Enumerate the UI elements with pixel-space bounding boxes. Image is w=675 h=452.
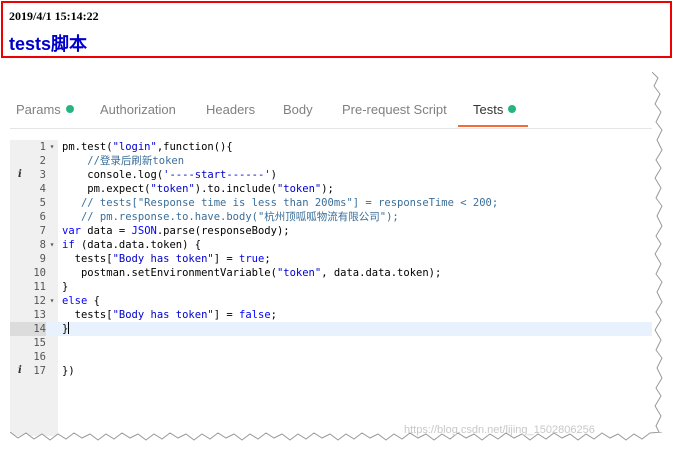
line-number: 16 — [33, 351, 46, 363]
tab-params[interactable]: Params — [16, 102, 74, 117]
code-line[interactable]: 15 — [10, 336, 652, 350]
code-text: else { — [62, 295, 100, 307]
line-number: 15 — [33, 337, 46, 349]
line-number: 7 — [39, 225, 46, 237]
code-text: postman.setEnvironmentVariable("token", … — [62, 267, 442, 279]
tab-label: Params — [16, 102, 61, 117]
line-number: 5 — [39, 197, 46, 209]
code-line[interactable]: i 3 console.log('----start------') — [10, 168, 652, 182]
line-number: 13 — [33, 309, 46, 321]
code-line[interactable]: 1 ▾ pm.test("login",function(){ — [10, 140, 652, 154]
status-dot-icon — [65, 105, 74, 113]
code-line[interactable]: 13 tests["Body has token"] = false; — [10, 308, 652, 322]
code-text: //登录后刷新token — [62, 155, 185, 167]
code-line[interactable]: 11 } — [10, 280, 652, 294]
tab-pre-request-script[interactable]: Pre-request Script — [342, 102, 447, 117]
code-text: tests["Body has token"] = false; — [62, 309, 277, 321]
code-text: }) — [62, 365, 75, 377]
tab-label: Authorization — [100, 102, 176, 117]
code-text: if (data.data.token) { — [62, 239, 202, 251]
code-line[interactable]: 7 var data = JSON.parse(responseBody); — [10, 224, 652, 238]
tab-body[interactable]: Body — [283, 102, 313, 117]
date-label: 2019/4/1 15:14:22 — [9, 9, 99, 23]
code-line[interactable]: i 17 }) — [10, 364, 652, 378]
code-text: tests["Body has token"] = true; — [62, 253, 271, 265]
line-number: 3 — [39, 169, 46, 181]
code-text: pm.test("login",function(){ — [62, 141, 233, 153]
line-number: 4 — [39, 183, 46, 195]
tab-tests[interactable]: Tests — [473, 102, 517, 117]
code-line[interactable]: 8 ▾ if (data.data.token) { — [10, 238, 652, 252]
line-number: 1 — [39, 141, 46, 153]
code-line[interactable]: 4 pm.expect("token").to.include("token")… — [10, 182, 652, 196]
code-line[interactable]: 12 ▾ else { — [10, 294, 652, 308]
code-line[interactable]: 5 // tests["Response time is less than 2… — [10, 196, 652, 210]
code-text: var data = JSON.parse(responseBody); — [62, 225, 290, 237]
code-line[interactable]: 9 tests["Body has token"] = true; — [10, 252, 652, 266]
line-number: 8 — [39, 239, 46, 251]
code-text: // tests["Response time is less than 200… — [62, 197, 499, 209]
torn-edge-right — [652, 72, 668, 442]
code-text: // pm.response.to.have.body("杭州顶呱呱物流有限公司… — [62, 211, 399, 223]
tab-authorization[interactable]: Authorization — [100, 102, 176, 117]
line-number: 6 — [39, 211, 46, 223]
request-tabs: Params Authorization Headers Body Pre-re… — [10, 72, 652, 129]
tab-label: Tests — [473, 102, 504, 117]
header-box: 2019/4/1 15:14:22 tests脚本 — [1, 1, 672, 58]
code-text: } — [62, 281, 69, 293]
line-number: 14 — [10, 322, 46, 336]
line-number: 10 — [33, 267, 46, 279]
watermark: https://blog.csdn.net/lijing_1502806256 — [404, 424, 595, 436]
tab-label: Body — [283, 102, 313, 117]
page-title: tests脚本 — [9, 34, 88, 54]
code-text: console.log('----start------') — [62, 169, 277, 181]
code-text: } — [62, 322, 70, 335]
tab-headers[interactable]: Headers — [206, 102, 255, 117]
line-number: 9 — [39, 253, 46, 265]
fold-arrow-icon[interactable]: ▾ — [48, 294, 56, 308]
status-dot-icon — [508, 105, 517, 113]
text-cursor — [68, 322, 70, 334]
line-number: 2 — [39, 155, 46, 167]
tab-label: Pre-request Script — [342, 102, 447, 117]
code-text: pm.expect("token").to.include("token"); — [62, 183, 334, 195]
line-number: 11 — [33, 281, 46, 293]
code-line[interactable]: 2 //登录后刷新token — [10, 154, 652, 168]
code-line[interactable]: 10 postman.setEnvironmentVariable("token… — [10, 266, 652, 280]
fold-arrow-icon[interactable]: ▾ — [48, 238, 56, 252]
fold-arrow-icon[interactable]: ▾ — [48, 140, 56, 154]
code-editor[interactable]: 1 ▾ pm.test("login",function(){ 2 //登录后刷… — [10, 140, 652, 436]
code-line-active[interactable]: 14 } — [10, 322, 652, 336]
code-line[interactable]: 6 // pm.response.to.have.body("杭州顶呱呱物流有限… — [10, 210, 652, 224]
tab-label: Headers — [206, 102, 256, 117]
line-number: 12 — [33, 295, 46, 307]
active-tab-underline — [458, 125, 528, 127]
line-number: 17 — [33, 365, 46, 377]
code-line[interactable]: 16 — [10, 350, 652, 364]
